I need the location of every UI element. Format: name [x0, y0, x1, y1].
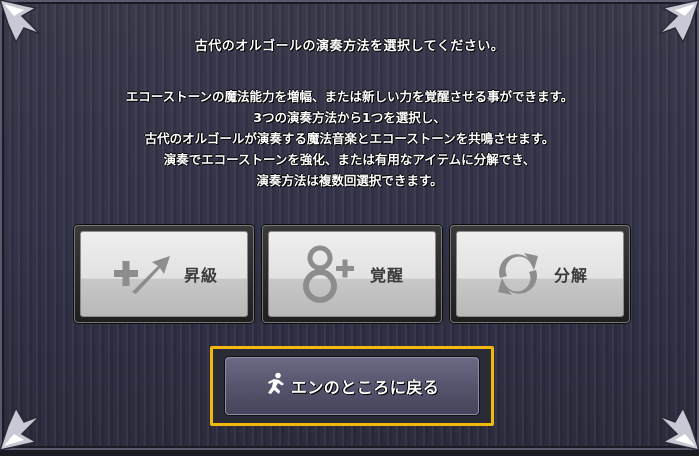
corner-ornament-icon: [658, 406, 699, 452]
description-line: 演奏でエコーストーンを強化、または有用なアイテムに分解でき、: [163, 152, 536, 167]
awaken-button-face[interactable]: 覚醒: [268, 231, 436, 317]
ascend-button-face[interactable]: 昇級: [80, 231, 248, 317]
ascend-label: 昇級: [183, 266, 218, 285]
decompose-button[interactable]: 分解: [450, 225, 630, 323]
back-to-en-button[interactable]: エンのところに戻る: [225, 357, 479, 415]
awaken-circles-icon: [300, 242, 360, 306]
back-button-highlight: エンのところに戻る: [210, 346, 494, 426]
description-line: 演奏方法は複数回選択できます。: [256, 173, 443, 188]
awaken-button[interactable]: 覚醒: [262, 225, 442, 323]
dialog-description: エコーストーンの魔法能力を増幅、または新しい力を覚醒させる事ができます。 3つの…: [30, 86, 669, 191]
cycle-arrows-icon: [492, 248, 544, 300]
ascend-button[interactable]: 昇級: [74, 225, 254, 323]
description-line: エコーストーンの魔法能力を増幅、または新しい力を覚醒させる事ができます。: [125, 89, 574, 104]
description-line: 3つの演奏方法から1つを選択し、: [253, 110, 446, 125]
awaken-label: 覚醒: [369, 266, 404, 285]
corner-ornament-icon: [0, 406, 41, 452]
plus-arrow-icon: [110, 252, 174, 296]
dialog-panel: 古代のオルゴールの演奏方法を選択してください。 エコーストーンの魔法能力を増幅、…: [0, 0, 699, 452]
running-figure-icon: [265, 372, 287, 400]
back-to-en-label: エンのところに戻る: [290, 378, 440, 397]
decompose-label: 分解: [553, 266, 588, 285]
dialog-title: 古代のオルゴールの演奏方法を選択してください。: [194, 39, 505, 54]
decompose-button-face[interactable]: 分解: [456, 231, 624, 317]
description-line: 古代のオルゴールが演奏する魔法音楽とエコーストーンを共鳴させます。: [144, 131, 555, 146]
